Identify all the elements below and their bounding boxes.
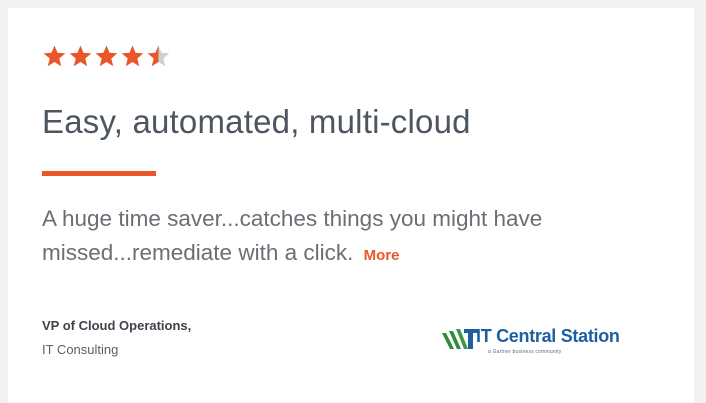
logo-wordmark: IT Central Station [476,326,620,346]
star-icon [95,45,118,67]
star-icon [43,45,66,67]
review-quote-text: A huge time saver...catches things you m… [42,206,543,265]
more-link[interactable]: More [364,247,400,264]
review-quote: A huge time saver...catches things you m… [42,202,672,273]
logo-tagline: a Gartner business community [488,349,562,355]
star-rating [42,44,171,68]
it-central-station-logo: IT Central Station a Gartner business co… [440,325,620,359]
reviewer-company: IT Consulting [42,342,119,357]
title-underline [42,171,156,176]
star-half-icon [147,45,170,67]
star-icon [69,45,92,67]
it-central-station-logo-icon [442,329,478,349]
star-icon [121,45,144,67]
review-title: Easy, automated, multi-cloud [42,103,471,140]
reviewer-role: VP of Cloud Operations, [42,318,192,333]
review-card: Easy, automated, multi-cloud A huge time… [8,8,694,403]
